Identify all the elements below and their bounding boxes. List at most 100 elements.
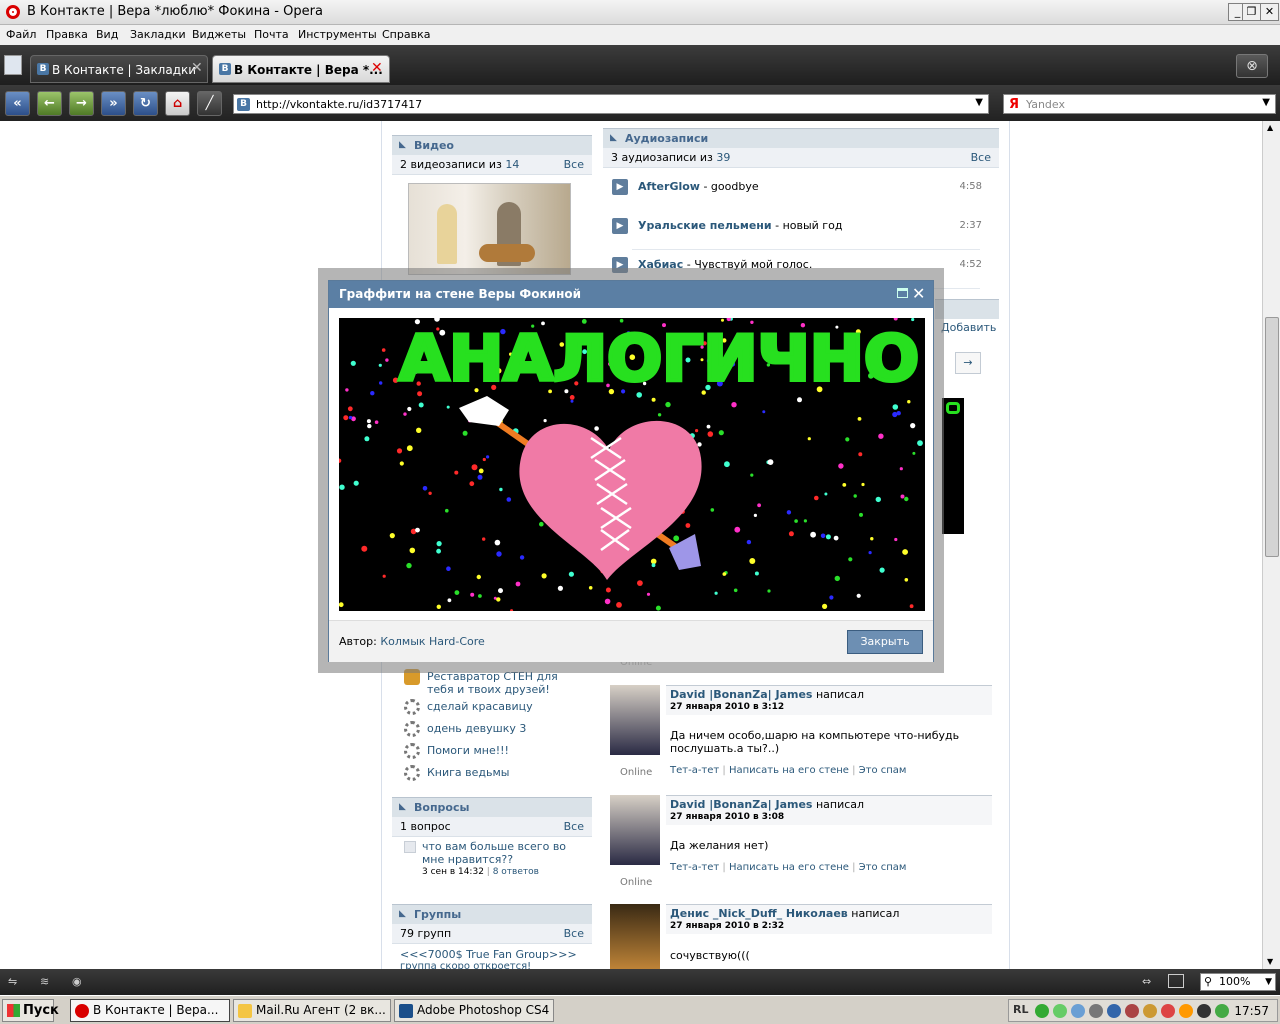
app-item[interactable]: Помоги мне!!! [404,743,574,761]
question-answers-link[interactable]: 8 ответов [493,867,539,877]
video-count-link[interactable]: 14 [505,158,519,171]
audio-all-link[interactable]: Все [971,151,991,164]
menu-edit[interactable]: Правка [46,28,88,41]
rewind-icon[interactable]: « [5,91,30,116]
play-icon[interactable]: ▶ [612,218,628,234]
track-artist[interactable]: AfterGlow [638,180,700,193]
post-author[interactable]: David |BonanZa| James [670,798,812,811]
panels-icon[interactable]: ⇋ [8,975,17,988]
menu-bookmarks[interactable]: Закладки [130,28,186,41]
edit-icon[interactable]: ╱ [197,91,222,116]
app-label[interactable]: Реставратор СТЕН для тебя и твоих друзей… [427,670,577,696]
back-icon[interactable]: ← [37,91,62,116]
volume-tray-icon[interactable] [1125,1004,1139,1018]
menu-help[interactable]: Справка [382,28,430,41]
track-artist[interactable]: Уральские пельмени [638,219,772,232]
dialog-link[interactable]: Тет-а-тет [670,765,719,776]
audio-track[interactable]: ▶ AfterGlow - goodbye 4:58 [612,178,982,198]
forward-icon[interactable]: → [69,91,94,116]
avatar[interactable] [610,685,660,755]
wall-add-link[interactable]: Добавить [941,321,996,334]
menu-file[interactable]: Файл [6,28,36,41]
app-item[interactable]: Книга ведьмы [404,765,574,783]
restore-button[interactable]: ❐ [1242,3,1261,21]
app-label[interactable]: одень девушку 3 [427,722,526,735]
trash-closed-tabs-icon[interactable]: ⊗ [1236,54,1268,78]
avatar[interactable] [610,795,660,865]
tab-bookmarks[interactable]: B В Контакте | Закладки ✕ [30,55,208,83]
app-tray-icon[interactable] [1161,1004,1175,1018]
search-field[interactable]: Я Yandex ▼ [1003,94,1276,114]
app-tray-icon[interactable] [1179,1004,1193,1018]
start-button[interactable]: Пуск [2,999,59,1022]
video-all-link[interactable]: Все [564,158,584,171]
chevron-down-icon[interactable]: ▼ [1265,974,1272,990]
turbo-icon[interactable]: ≋ [40,975,49,988]
questions-all-link[interactable]: Все [564,820,584,833]
tab-profile[interactable]: B В Контакте | Вера *... ✕ [212,55,390,83]
audio-section-header[interactable]: ◣ Аудиозаписи [603,128,999,148]
app-item[interactable]: одень девушку 3 [404,721,574,739]
group-link[interactable]: <<<7000$ True Fan Group>>> [400,948,577,961]
audio-track[interactable]: ▶ Уральские пельмени - новый год 2:37 [612,217,982,237]
scroll-up-icon[interactable]: ▲ [1267,123,1273,132]
question-link[interactable]: что вам больше всего во мне нравится?? [422,840,582,866]
questions-section-header[interactable]: ◣ Вопросы [392,797,592,817]
video-thumbnail[interactable] [408,183,571,275]
menu-widgets[interactable]: Виджеты [192,28,246,41]
zoom-control[interactable]: ⚲ 100% ▼ [1200,973,1276,991]
report-spam-link[interactable]: Это спам [859,862,907,873]
wall-next-button[interactable]: → [955,352,981,374]
task-mailru[interactable]: Mail.Ru Агент (2 вк... [233,999,391,1022]
url-text[interactable]: http://vkontakte.ru/id3717417 [256,98,422,111]
icq-tray-icon[interactable] [1053,1004,1067,1018]
search-placeholder[interactable]: Yandex [1026,98,1065,111]
mail-agent-tray-icon[interactable] [1035,1004,1049,1018]
close-icon[interactable]: ✕ [912,284,925,303]
chevron-down-icon[interactable]: ▼ [1262,97,1270,108]
scroll-thumb[interactable] [1265,317,1279,557]
maximize-icon[interactable] [897,288,908,298]
language-indicator[interactable]: RL [1013,1003,1028,1016]
chevron-down-icon[interactable]: ▼ [975,97,983,108]
fast-forward-icon[interactable]: » [101,91,126,116]
unite-icon[interactable]: ◉ [72,975,82,988]
author-link[interactable]: Колмык Hard-Core [380,635,484,648]
app-tray-icon[interactable] [1215,1004,1229,1018]
video-section-header[interactable]: ◣ Видео [392,135,592,155]
app-tray-icon[interactable] [1197,1004,1211,1018]
audio-count-link[interactable]: 39 [716,151,730,164]
close-window-button[interactable]: ✕ [1260,3,1279,21]
menu-mail[interactable]: Почта [254,28,289,41]
fit-width-icon[interactable]: ⇔ [1142,975,1151,988]
menu-tools[interactable]: Инструменты [298,28,377,41]
address-field[interactable]: B http://vkontakte.ru/id3717417 ▼ [233,94,989,114]
dialog-link[interactable]: Тет-а-тет [670,862,719,873]
play-icon[interactable]: ▶ [612,179,628,195]
close-tab-icon[interactable]: ✕ [191,60,203,76]
app-label[interactable]: сделай красавицу [427,700,533,713]
vertical-scrollbar[interactable]: ▲ ▼ [1262,121,1280,969]
task-photoshop[interactable]: Adobe Photoshop CS4 [394,999,554,1022]
graffiti-thumb-fragment[interactable] [942,398,964,534]
groups-all-link[interactable]: Все [564,927,584,940]
task-opera[interactable]: В Контакте | Вера... [70,999,230,1022]
images-toggle-icon[interactable] [1168,974,1184,988]
home-icon[interactable]: ⌂ [165,91,190,116]
settings-tray-icon[interactable] [1089,1004,1103,1018]
app-label[interactable]: Помоги мне!!! [427,744,509,757]
app-tray-icon[interactable] [1107,1004,1121,1018]
close-dialog-button[interactable]: Закрыть [847,630,923,654]
report-spam-link[interactable]: Это спам [859,765,907,776]
scroll-down-icon[interactable]: ▼ [1267,957,1273,966]
groups-section-header[interactable]: ◣ Группы [392,904,592,924]
app-item[interactable]: Реставратор СТЕН для тебя и твоих друзей… [404,669,574,699]
menu-view[interactable]: Вид [96,28,118,41]
network-tray-icon[interactable] [1071,1004,1085,1018]
panel-toggle-icon[interactable] [4,55,22,75]
post-author[interactable]: David |BonanZa| James [670,688,812,701]
write-on-wall-link[interactable]: Написать на его стене [729,765,849,776]
app-tray-icon[interactable] [1143,1004,1157,1018]
app-item[interactable]: сделай красавицу [404,699,574,717]
post-author[interactable]: Денис _Nick_Duff_ Николаев [670,907,848,920]
